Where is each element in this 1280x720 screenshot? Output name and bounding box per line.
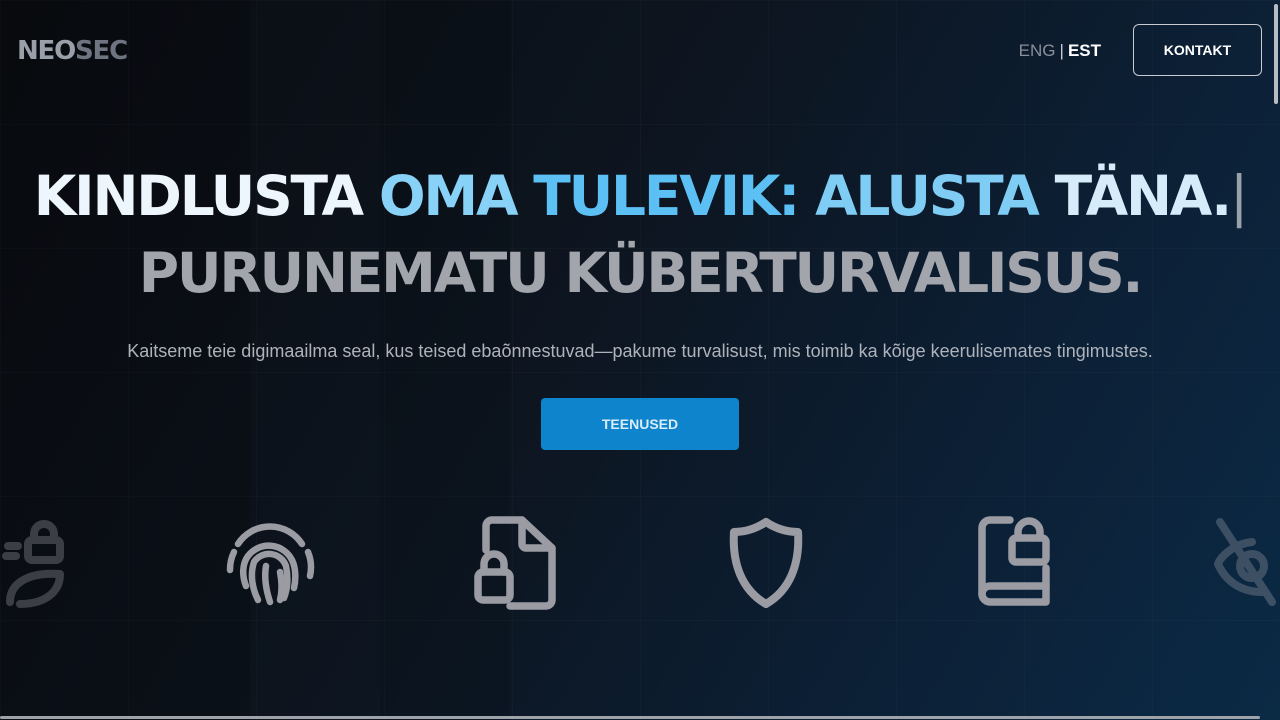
- fingerprint-icon: [224, 516, 316, 608]
- logo-part-neo: NEO: [17, 36, 76, 66]
- typing-cursor: |: [1229, 164, 1249, 228]
- lang-separator: |: [1059, 41, 1064, 60]
- vertical-scrollbar-thumb[interactable]: [1274, 4, 1278, 104]
- horizontal-scrollbar[interactable]: [0, 714, 1272, 720]
- lang-est-link[interactable]: EST: [1068, 41, 1101, 60]
- locked-book-icon: [974, 514, 1056, 610]
- services-button[interactable]: TEENUSED: [541, 398, 739, 450]
- shield-icon: [726, 514, 806, 610]
- locked-file-icon: [470, 514, 560, 610]
- lang-eng-link[interactable]: ENG: [1019, 41, 1056, 60]
- hero-title-word-3: TULEVIK:: [533, 164, 800, 228]
- site-header: NEOSEC ENG | EST KONTAKT: [0, 0, 1280, 104]
- hero-title-word-1: KINDLUSTA: [33, 164, 364, 228]
- contact-button[interactable]: KONTAKT: [1133, 24, 1262, 76]
- vertical-scrollbar[interactable]: [1272, 0, 1280, 720]
- hero-tagline: Kaitseme teie digimaailma seal, kus teis…: [127, 341, 1153, 361]
- logo[interactable]: NEOSEC: [17, 36, 128, 66]
- language-switcher: ENG | EST: [1019, 40, 1101, 62]
- hero-title-word-5: TÄNA.: [1054, 164, 1233, 228]
- hero-title: KINDLUSTA OMA TULEVIK: ALUSTA TÄNA.|: [0, 160, 1280, 232]
- logo-part-sec: SEC: [75, 36, 128, 66]
- hero-subtitle: PURUNEMATU KÜBERTURVALISUS.: [138, 241, 1144, 305]
- leaf-lock-icon: [0, 512, 80, 612]
- hero-title-word-2: OMA: [378, 164, 519, 228]
- hero-title-word-4: ALUSTA: [815, 164, 1040, 228]
- horizontal-scrollbar-thumb[interactable]: [0, 716, 1260, 719]
- eye-slash-icon: [1212, 512, 1280, 612]
